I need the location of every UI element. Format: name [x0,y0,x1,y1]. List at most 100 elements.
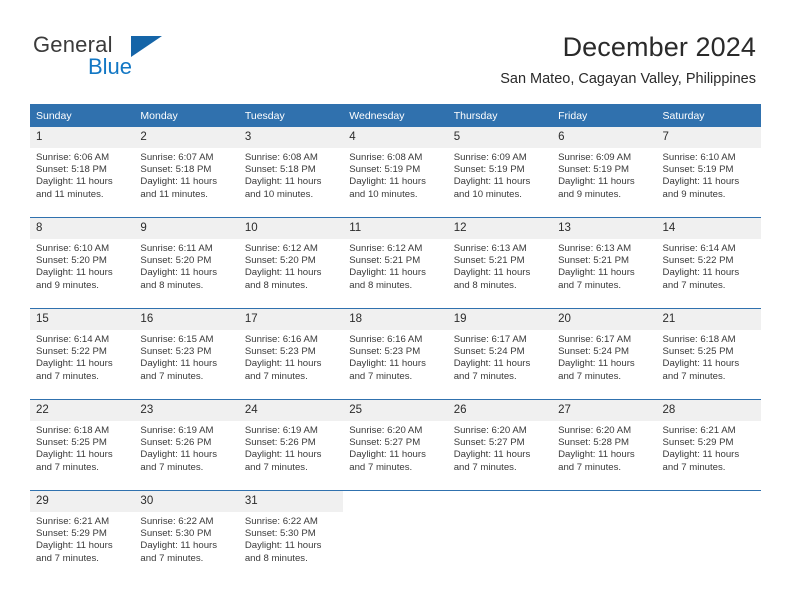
day-details: Sunrise: 6:20 AM Sunset: 5:28 PM Daylight:… [552,421,656,474]
daylight-text-line1: Daylight: 11 hours [349,267,426,279]
calendar-day-cell[interactable]: 5 Sunrise: 6:09 AM Sunset: 5:19 PM Daylight… [447,127,553,218]
calendar-day-cell[interactable]: 1 Sunrise: 6:06 AM Sunset: 5:18 PM Daylight… [30,127,135,218]
day-cell-inner: 2 Sunrise: 6:07 AM Sunset: 5:18 PM Daylight… [134,127,239,217]
daylight-text-line1: Daylight: 11 hours [36,540,113,552]
generalblue-logo[interactable]: General Blue [33,33,243,81]
weekday-header-monday: Monday [134,104,239,127]
day-number: 23 [134,400,239,421]
calendar-day-cell[interactable]: 18 Sunrise: 6:16 AM Sunset: 5:23 PM Dayligh… [343,308,448,400]
day-cell-inner: 24 Sunrise: 6:19 AM Sunset: 5:26 PM Dayligh… [238,400,344,490]
daylight-text-line2: and 11 minutes. [140,188,208,200]
calendar-day-cell[interactable]: 15 Sunrise: 6:14 AM Sunset: 5:22 PM Dayligh… [30,308,135,400]
day-details: Sunrise: 6:14 AM Sunset: 5:22 PM Daylight:… [30,330,134,383]
calendar-day-cell[interactable]: 13 Sunrise: 6:13 AM Sunset: 5:21 PM Dayligh… [552,217,657,309]
calendar-day-cell[interactable]: 9 Sunrise: 6:11 AM Sunset: 5:20 PM Daylight… [134,217,239,309]
day-number: 7 [656,127,761,148]
day-details: Sunrise: 6:10 AM Sunset: 5:20 PM Daylight:… [30,239,134,292]
day-cell-inner: 19 Sunrise: 6:17 AM Sunset: 5:24 PM Dayligh… [447,309,553,399]
day-cell-inner: 25 Sunrise: 6:20 AM Sunset: 5:27 PM Dayligh… [343,400,448,490]
calendar-day-cell[interactable]: 21 Sunrise: 6:18 AM Sunset: 5:25 PM Dayligh… [656,308,761,400]
calendar-day-cell[interactable]: 25 Sunrise: 6:20 AM Sunset: 5:27 PM Dayligh… [343,399,448,491]
daylight-text-line2: and 9 minutes. [558,188,622,200]
calendar-day-cell[interactable]: 30 Sunrise: 6:22 AM Sunset: 5:30 PM Dayligh… [134,490,239,581]
calendar-day-cell[interactable]: 8 Sunrise: 6:10 AM Sunset: 5:20 PM Daylight… [30,217,135,309]
daylight-text-line1: Daylight: 11 hours [662,267,740,279]
sunrise-text: Sunrise: 6:22 AM [140,516,214,527]
sunset-text: Sunset: 5:27 PM [453,437,525,449]
calendar-day-cell[interactable]: 27 Sunrise: 6:20 AM Sunset: 5:28 PM Dayligh… [552,399,657,491]
day-number: 21 [656,309,761,330]
day-number: 14 [656,218,761,239]
calendar-day-cell[interactable]: 20 Sunrise: 6:17 AM Sunset: 5:24 PM Dayligh… [552,308,657,400]
sunrise-text: Sunrise: 6:19 AM [244,425,318,436]
day-cell-inner [343,491,447,581]
sunrise-text: Sunrise: 6:14 AM [662,243,736,254]
day-details: Sunrise: 6:12 AM Sunset: 5:21 PM Daylight:… [343,239,447,292]
sunset-text: Sunset: 5:22 PM [662,255,734,267]
day-number: 12 [447,218,553,239]
day-details: Sunrise: 6:18 AM Sunset: 5:25 PM Daylight:… [30,421,134,474]
day-cell-inner [657,491,761,581]
day-number: 18 [343,309,448,330]
brand-name-blue: Blue [88,54,133,79]
calendar-day-cell[interactable]: 17 Sunrise: 6:16 AM Sunset: 5:23 PM Dayligh… [238,308,344,400]
calendar-day-cell[interactable]: 7 Sunrise: 6:10 AM Sunset: 5:19 PM Daylight… [656,127,761,218]
day-cell-inner: 5 Sunrise: 6:09 AM Sunset: 5:19 PM Daylight… [447,127,553,217]
day-number: 5 [447,127,553,148]
daylight-text-line2: and 8 minutes. [244,552,308,564]
day-cell-inner: 13 Sunrise: 6:13 AM Sunset: 5:21 PM Dayligh… [552,218,657,308]
daylight-text-line1: Daylight: 11 hours [558,267,635,279]
day-details: Sunrise: 6:20 AM Sunset: 5:27 PM Daylight:… [448,421,552,474]
sunset-text: Sunset: 5:21 PM [349,255,421,267]
day-details: Sunrise: 6:10 AM Sunset: 5:19 PM Daylight:… [657,148,761,201]
day-cell-inner: 18 Sunrise: 6:16 AM Sunset: 5:23 PM Dayligh… [343,309,448,399]
calendar-day-cell[interactable]: 26 Sunrise: 6:20 AM Sunset: 5:27 PM Dayligh… [447,399,553,491]
daylight-text-line1: Daylight: 11 hours [140,358,218,370]
sunset-text: Sunset: 5:19 PM [349,164,421,176]
day-number: 2 [134,127,239,148]
calendar-day-cell[interactable]: 14 Sunrise: 6:14 AM Sunset: 5:22 PM Dayligh… [656,217,761,309]
calendar-day-cell [447,490,553,581]
calendar-day-cell[interactable]: 29 Sunrise: 6:21 AM Sunset: 5:29 PM Dayligh… [30,490,135,581]
sunset-text: Sunset: 5:28 PM [558,437,630,449]
calendar-day-cell[interactable]: 19 Sunrise: 6:17 AM Sunset: 5:24 PM Dayligh… [447,308,553,400]
calendar-day-cell[interactable]: 2 Sunrise: 6:07 AM Sunset: 5:18 PM Daylight… [134,127,239,218]
sunrise-text: Sunrise: 6:10 AM [36,243,110,254]
daylight-text-line1: Daylight: 11 hours [453,358,531,370]
calendar-day-cell[interactable]: 3 Sunrise: 6:08 AM Sunset: 5:18 PM Daylight… [238,127,344,218]
day-cell-inner: 30 Sunrise: 6:22 AM Sunset: 5:30 PM Dayligh… [134,491,239,581]
calendar-day-cell[interactable]: 4 Sunrise: 6:08 AM Sunset: 5:19 PM Daylight… [343,127,448,218]
sunrise-text: Sunrise: 6:16 AM [349,334,423,345]
calendar-day-cell[interactable]: 16 Sunrise: 6:15 AM Sunset: 5:23 PM Dayligh… [134,308,239,400]
daylight-text-line2: and 7 minutes. [453,370,517,382]
daylight-text-line2: and 7 minutes. [244,461,308,473]
title-block: December 2024 San Mateo, Cagayan Valley,… [500,30,756,89]
weekday-header-wednesday: Wednesday [343,104,448,127]
sunset-text: Sunset: 5:24 PM [558,346,630,358]
calendar-day-cell[interactable]: 12 Sunrise: 6:13 AM Sunset: 5:21 PM Dayligh… [447,217,553,309]
calendar-day-cell[interactable]: 6 Sunrise: 6:09 AM Sunset: 5:19 PM Daylight… [552,127,657,218]
day-number: 22 [30,400,135,421]
daylight-text-line2: and 9 minutes. [36,279,99,291]
daylight-text-line1: Daylight: 11 hours [36,176,113,188]
calendar-day-cell[interactable]: 24 Sunrise: 6:19 AM Sunset: 5:26 PM Dayligh… [238,399,344,491]
calendar-day-cell[interactable]: 10 Sunrise: 6:12 AM Sunset: 5:20 PM Dayligh… [238,217,344,309]
calendar-day-cell[interactable]: 11 Sunrise: 6:12 AM Sunset: 5:21 PM Dayligh… [343,217,448,309]
sunset-text: Sunset: 5:20 PM [140,255,212,267]
weekday-header-friday: Friday [552,104,657,127]
day-cell-inner: 17 Sunrise: 6:16 AM Sunset: 5:23 PM Dayligh… [238,309,344,399]
day-number: 28 [656,400,761,421]
calendar-day-cell[interactable]: 23 Sunrise: 6:19 AM Sunset: 5:26 PM Dayligh… [134,399,239,491]
daylight-text-line2: and 7 minutes. [36,370,99,382]
day-number: 10 [238,218,344,239]
calendar-day-cell[interactable]: 22 Sunrise: 6:18 AM Sunset: 5:25 PM Dayligh… [30,399,135,491]
daylight-text-line1: Daylight: 11 hours [244,449,322,461]
daylight-text-line1: Daylight: 11 hours [453,176,531,188]
day-details: Sunrise: 6:17 AM Sunset: 5:24 PM Daylight:… [448,330,552,383]
daylight-text-line1: Daylight: 11 hours [558,176,635,188]
calendar-day-cell[interactable]: 28 Sunrise: 6:21 AM Sunset: 5:29 PM Dayligh… [656,399,761,491]
daylight-text-line1: Daylight: 11 hours [662,358,740,370]
sunset-text: Sunset: 5:23 PM [349,346,421,358]
sunrise-text: Sunrise: 6:20 AM [558,425,632,436]
calendar-day-cell[interactable]: 31 Sunrise: 6:22 AM Sunset: 5:30 PM Dayligh… [238,490,344,581]
